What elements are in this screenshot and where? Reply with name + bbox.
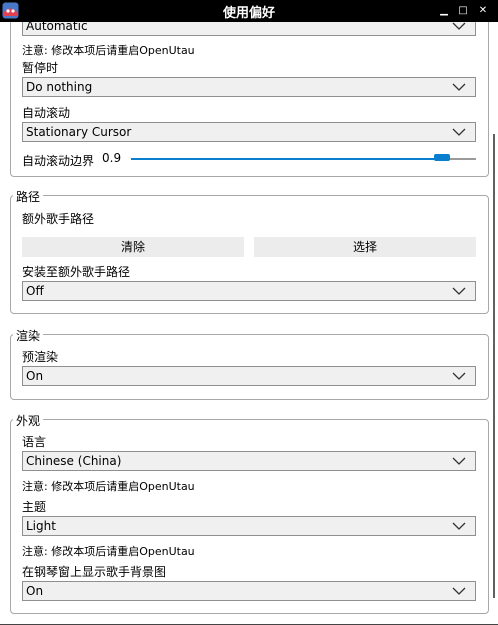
theme-dropdown[interactable]: Light bbox=[22, 516, 476, 536]
theme-value: Light bbox=[26, 519, 56, 533]
language-restart-note: 注意: 修改本项后请重启OpenUtau bbox=[22, 480, 195, 493]
chevron-down-icon bbox=[452, 522, 466, 530]
appearance-legend: 外观 bbox=[13, 412, 44, 429]
preferences-scroll-area[interactable]: Automatic 注意: 修改本项后请重启OpenUtau 暂停时 Do no… bbox=[0, 22, 498, 625]
additional-singer-path-label: 额外歌手路径 bbox=[22, 212, 95, 226]
paths-legend: 路径 bbox=[13, 188, 44, 205]
install-to-additional-value: Off bbox=[26, 284, 44, 298]
restart-note: 注意: 修改本项后请重启OpenUtau bbox=[22, 44, 195, 57]
show-portrait-dropdown[interactable]: On bbox=[22, 581, 476, 601]
window-title: 使用偏好 bbox=[222, 6, 275, 21]
slider-fill bbox=[131, 158, 442, 160]
maximize-icon: □ bbox=[458, 5, 468, 16]
on-pause-label: 暂停时 bbox=[22, 61, 59, 75]
theme-restart-note: 注意: 修改本项后请重启OpenUtau bbox=[22, 545, 195, 558]
auto-scroll-value: Stationary Cursor bbox=[26, 125, 132, 139]
automatic-dropdown[interactable]: Automatic bbox=[22, 22, 476, 36]
install-to-additional-dropdown[interactable]: Off bbox=[22, 281, 476, 301]
clear-button[interactable]: 清除 bbox=[22, 237, 244, 257]
on-pause-dropdown[interactable]: Do nothing bbox=[22, 77, 476, 97]
auto-scroll-label: 自动滚动 bbox=[22, 106, 71, 120]
vertical-scrollbar[interactable] bbox=[493, 134, 495, 598]
chevron-down-icon bbox=[452, 83, 466, 91]
theme-label: 主题 bbox=[22, 500, 47, 514]
maximize-button[interactable]: □ bbox=[456, 3, 470, 19]
render-legend: 渲染 bbox=[13, 327, 44, 344]
chevron-down-icon bbox=[452, 22, 466, 30]
prerender-dropdown[interactable]: On bbox=[22, 366, 476, 386]
chevron-down-icon bbox=[452, 372, 466, 380]
install-to-additional-label: 安装至额外歌手路径 bbox=[22, 265, 131, 279]
minimize-icon: ▁ bbox=[440, 5, 448, 16]
auto-scroll-dropdown[interactable]: Stationary Cursor bbox=[22, 122, 476, 142]
title-bar[interactable]: 使用偏好 ▁ □ ✕ bbox=[0, 0, 498, 22]
automatic-dropdown-value: Automatic bbox=[26, 22, 88, 33]
chevron-down-icon bbox=[452, 128, 466, 136]
prerender-label: 预渲染 bbox=[22, 350, 59, 364]
close-icon: ✕ bbox=[478, 5, 488, 16]
close-button[interactable]: ✕ bbox=[476, 3, 490, 19]
auto-scroll-margin-value: 0.9 bbox=[102, 151, 122, 165]
prerender-value: On bbox=[26, 369, 44, 383]
select-button[interactable]: 选择 bbox=[254, 237, 476, 257]
slider-thumb[interactable] bbox=[433, 154, 450, 161]
auto-scroll-margin-label: 自动滚动边界 bbox=[22, 154, 95, 168]
auto-scroll-margin-slider[interactable] bbox=[131, 158, 476, 160]
language-label: 语言 bbox=[22, 435, 47, 449]
language-value: Chinese (China) bbox=[26, 454, 122, 468]
language-dropdown[interactable]: Chinese (China) bbox=[22, 451, 476, 471]
minimize-button[interactable]: ▁ bbox=[437, 3, 451, 19]
on-pause-value: Do nothing bbox=[26, 80, 93, 94]
chevron-down-icon bbox=[452, 587, 466, 595]
chevron-down-icon bbox=[452, 457, 466, 465]
show-portrait-value: On bbox=[26, 584, 44, 598]
chevron-down-icon bbox=[452, 287, 466, 295]
show-portrait-label: 在钢琴窗上显示歌手背景图 bbox=[22, 565, 167, 579]
